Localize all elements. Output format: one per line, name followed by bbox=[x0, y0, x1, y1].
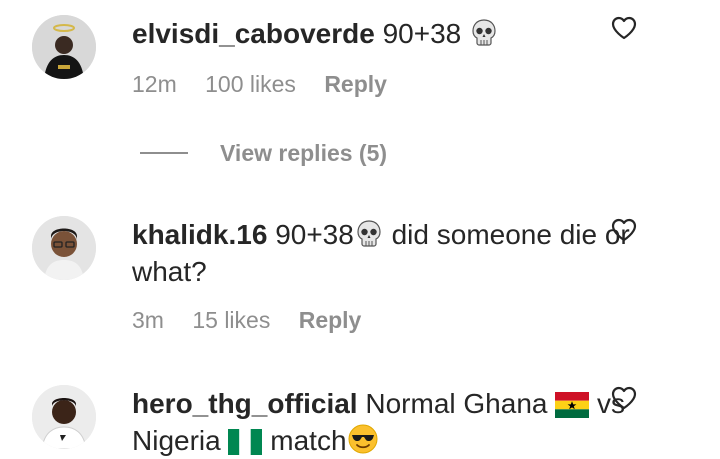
comment-item: elvisdi_caboverde 90+38 12m 100 likes Re… bbox=[0, 0, 720, 120]
view-replies-button[interactable]: View replies (5) bbox=[140, 138, 387, 168]
divider-line bbox=[140, 152, 188, 154]
comment-text: khalidk.16 90+38 did someone die or what… bbox=[132, 216, 652, 290]
nigeria-flag-emoji bbox=[228, 429, 263, 455]
skull-emoji bbox=[469, 18, 499, 48]
comment-item: khalidk.16 90+38 did someone die or what… bbox=[0, 200, 720, 350]
avatar[interactable] bbox=[32, 216, 96, 280]
skull-emoji bbox=[354, 219, 384, 249]
avatar[interactable] bbox=[32, 385, 96, 449]
comment-username[interactable]: hero_thg_official bbox=[132, 388, 358, 419]
heart-outline-icon[interactable] bbox=[611, 16, 637, 40]
comment-username[interactable]: elvisdi_caboverde bbox=[132, 18, 375, 49]
comment-username[interactable]: khalidk.16 bbox=[132, 219, 267, 250]
comment-meta: 12m 100 likes Reply bbox=[132, 70, 409, 98]
avatar[interactable] bbox=[32, 15, 96, 79]
comment-time: 3m bbox=[132, 307, 164, 333]
comment-item: hero_thg_official Normal Ghana vs Nigeri… bbox=[0, 370, 720, 456]
comment-text: hero_thg_official Normal Ghana vs Nigeri… bbox=[132, 385, 652, 459]
reply-button[interactable]: Reply bbox=[299, 307, 362, 333]
comment-message: 90+38 bbox=[275, 219, 354, 250]
ghana-flag-emoji bbox=[555, 392, 590, 418]
heart-outline-icon[interactable] bbox=[611, 386, 637, 410]
comment-message: Normal Ghana bbox=[365, 388, 548, 419]
view-replies-label: View replies (5) bbox=[220, 139, 388, 166]
sunglasses-emoji bbox=[347, 423, 379, 455]
comment-meta: 3m 15 likes Reply bbox=[132, 306, 383, 334]
reply-button[interactable]: Reply bbox=[324, 71, 387, 97]
comment-message: 90+38 bbox=[382, 18, 462, 49]
comment-likes[interactable]: 15 likes bbox=[192, 307, 270, 333]
comment-text: elvisdi_caboverde 90+38 bbox=[132, 15, 652, 52]
comment-likes[interactable]: 100 likes bbox=[205, 71, 296, 97]
comment-time: 12m bbox=[132, 71, 177, 97]
comment-message-end: match bbox=[270, 425, 347, 456]
heart-outline-icon[interactable] bbox=[611, 218, 637, 242]
